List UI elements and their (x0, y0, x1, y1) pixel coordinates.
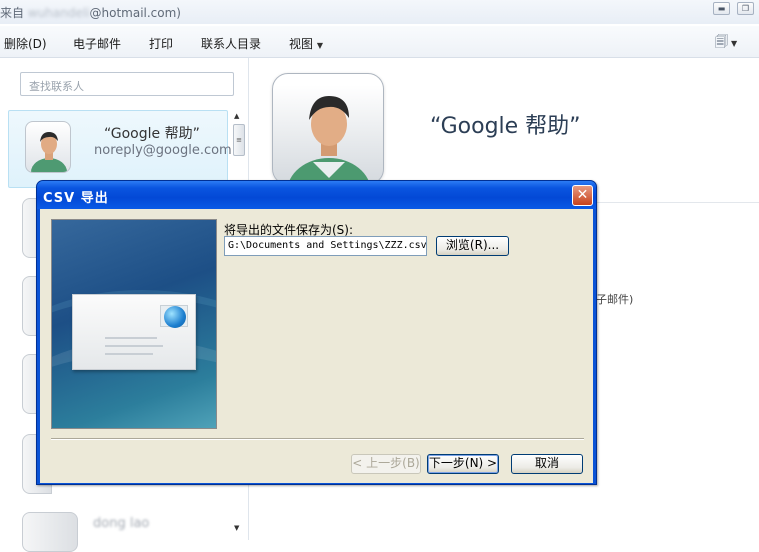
globe-icon (164, 306, 186, 328)
contact-name: dong lao (93, 516, 150, 531)
scroll-down-icon[interactable]: ▼ (234, 524, 239, 532)
contact-item[interactable] (22, 512, 78, 552)
file-path-input[interactable]: G:\Documents and Settings\ZZZ.csv (224, 236, 427, 256)
cancel-button[interactable]: 取消 (511, 454, 583, 474)
menu-directory[interactable]: 联系人目录 (201, 35, 261, 52)
window-title-prefix: 来自 (0, 6, 25, 20)
menu-bar: 删除(D) 电子邮件 打印 联系人目录 视图 ▼ (0, 26, 759, 58)
window-titlebar: 来自 wuhandeli@hotmail.com) (0, 0, 759, 24)
csv-export-dialog: CSV 导出 ✕ 将导出的文件保存为(S): G:\Documents and … (36, 180, 597, 485)
contact-photo (272, 73, 384, 185)
close-icon[interactable]: ✕ (572, 185, 593, 206)
dialog-titlebar[interactable]: CSV 导出 ✕ (37, 181, 596, 209)
wizard-illustration (51, 219, 217, 429)
envelope-icon (72, 294, 196, 370)
detail-email-label: 子邮件) (596, 293, 634, 306)
dialog-body: 将导出的文件保存为(S): G:\Documents and Settings\… (40, 209, 593, 483)
divider (51, 438, 584, 440)
contact-name: “Google 帮助” (104, 126, 200, 142)
search-input[interactable]: 查找联系人 (20, 72, 234, 96)
avatar (25, 121, 71, 173)
back-button[interactable]: < 上一步(B) (351, 454, 421, 474)
menu-view-label: 视图 (289, 37, 314, 51)
browse-button[interactable]: 浏览(R)... (436, 236, 509, 256)
menu-email[interactable]: 电子邮件 (73, 35, 121, 52)
contact-display-name: “Google 帮助” (430, 114, 581, 139)
chevron-down-icon: ▼ (316, 41, 323, 50)
options-menu-icon[interactable]: 🗐 ▼ (715, 33, 743, 50)
scroll-thumb[interactable]: ≡ (233, 124, 245, 156)
minimize-icon[interactable]: ▬ (713, 2, 730, 15)
window-title-account: wuhandeli (27, 6, 90, 20)
menu-delete[interactable]: 删除(D) (4, 35, 47, 52)
scroll-up-icon[interactable]: ▲ (234, 112, 239, 120)
contact-email: noreply@google.com (94, 143, 232, 158)
contact-item-selected[interactable]: “Google 帮助” noreply@google.com (8, 110, 232, 188)
window-title-suffix: @hotmail.com) (89, 6, 182, 20)
dialog-title: CSV 导出 (43, 191, 109, 206)
restore-icon[interactable]: ❐ (737, 2, 754, 15)
next-button[interactable]: 下一步(N) > (427, 454, 499, 474)
menu-print[interactable]: 打印 (149, 35, 173, 52)
menu-view[interactable]: 视图 ▼ (289, 35, 323, 52)
